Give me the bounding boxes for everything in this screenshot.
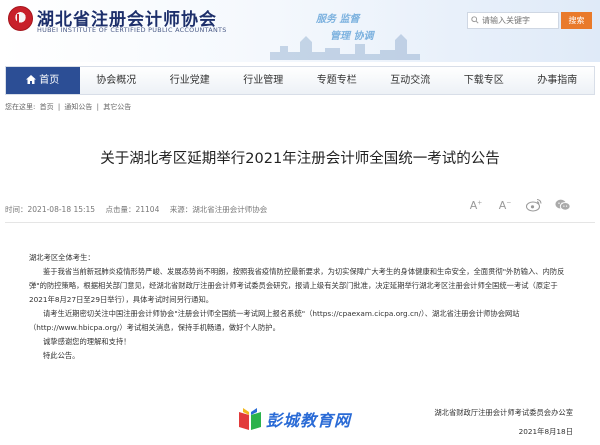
- article-meta: 时间：2021-08-18 15:15 点击量：21104 来源：湖北省注册会计…: [5, 204, 275, 215]
- breadcrumb-notices[interactable]: 通知公告: [64, 103, 92, 111]
- breadcrumb-home[interactable]: 首页: [40, 103, 54, 111]
- home-icon: [26, 75, 37, 84]
- breadcrumb-prefix: 您在这里:: [5, 103, 36, 111]
- article-source: 来源：湖北省注册会计师协会: [169, 205, 268, 214]
- book-logo-icon: [239, 408, 261, 430]
- search-button[interactable]: 搜索: [561, 12, 592, 29]
- article-greeting: 湖北考区全体考生：: [29, 253, 95, 262]
- slogan-line-1: 服务 监督: [316, 14, 360, 25]
- site-subtitle: HUBEI INSTITUTE OF CERTIFIED PUBLIC ACCO…: [37, 26, 227, 34]
- breadcrumb-separator: |: [57, 103, 61, 111]
- hit-count: 点击量：21104: [105, 205, 160, 214]
- slogan-line-2: 管理 协调: [330, 31, 374, 42]
- publish-time: 时间：2021-08-18 15:15: [5, 205, 96, 214]
- nav-item-service-guide[interactable]: 办事指南: [521, 67, 595, 94]
- nav-item-home[interactable]: 首页: [6, 67, 80, 94]
- breadcrumb-other-notices[interactable]: 其它公告: [103, 103, 131, 111]
- article-title: 关于湖北考区延期举行2021年注册会计师全国统一考试的公告: [100, 151, 500, 167]
- font-decrease-button[interactable]: A−: [497, 199, 513, 212]
- wechat-share-icon[interactable]: [555, 198, 571, 212]
- weibo-share-icon[interactable]: [526, 198, 542, 212]
- nav-item-party-building[interactable]: 行业党建: [153, 67, 227, 94]
- article-paragraph: 诚挚感谢您的理解和支持！: [43, 337, 131, 346]
- site-header: 湖北省注册会计师协会 HUBEI INSTITUTE OF CERTIFIED …: [0, 0, 600, 62]
- site-logo[interactable]: [8, 6, 33, 31]
- article-tools: A+ A−: [468, 198, 571, 212]
- article-paragraph: 特此公告。: [43, 351, 80, 360]
- article-paragraph: 请考生近期密切关注中国注册会计师协会"注册会计师全国统一考试网上报名系统"（ht…: [29, 309, 520, 332]
- search-icon: [471, 16, 479, 24]
- nav-item-interaction[interactable]: 互动交流: [374, 67, 448, 94]
- signature-date: 2021年8月18日: [518, 427, 573, 436]
- watermark: 彭城教育网: [237, 402, 367, 436]
- nav-item-industry-management[interactable]: 行业管理: [227, 67, 301, 94]
- nav-item-about[interactable]: 协会概况: [80, 67, 154, 94]
- watermark-text: 彭城教育网: [266, 411, 352, 430]
- nav-item-special-topics[interactable]: 专题专栏: [300, 67, 374, 94]
- breadcrumb: 您在这里: 首页 | 通知公告 | 其它公告: [5, 102, 133, 112]
- article-paragraph: 鉴于我省当前新冠肺炎疫情形势严峻、发展态势尚不明朗，按照我省疫情防控最新要求，为…: [29, 267, 565, 304]
- nav-label: 首页: [39, 75, 60, 86]
- article-body: 湖北考区全体考生： 鉴于我省当前新冠肺炎疫情形势严峻、发展态势尚不明朗，按照我省…: [29, 251, 574, 363]
- breadcrumb-separator: |: [96, 103, 100, 111]
- meta-divider: [5, 222, 595, 223]
- nav-item-downloads[interactable]: 下载专区: [447, 67, 521, 94]
- signature-organization: 湖北省财政厅注册会计师考试委员会办公室: [434, 408, 573, 417]
- font-increase-button[interactable]: A+: [468, 199, 484, 212]
- search-input[interactable]: [467, 12, 559, 29]
- main-nav: 首页 协会概况 行业党建 行业管理 专题专栏 互动交流 下载专区 办事指南: [5, 66, 595, 95]
